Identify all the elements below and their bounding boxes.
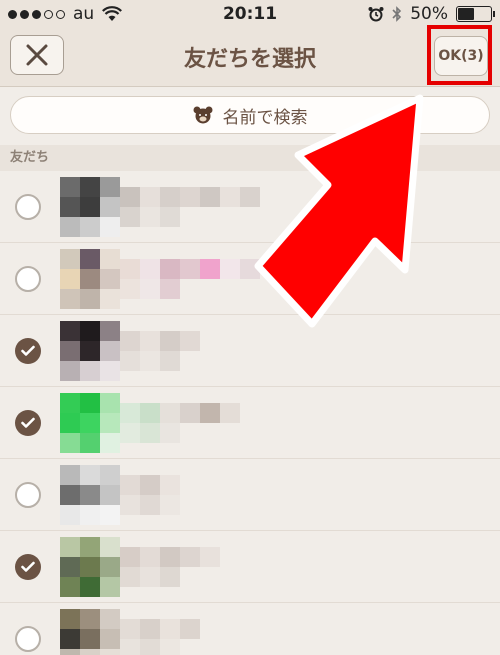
red-arrow-annotation [254, 94, 424, 328]
